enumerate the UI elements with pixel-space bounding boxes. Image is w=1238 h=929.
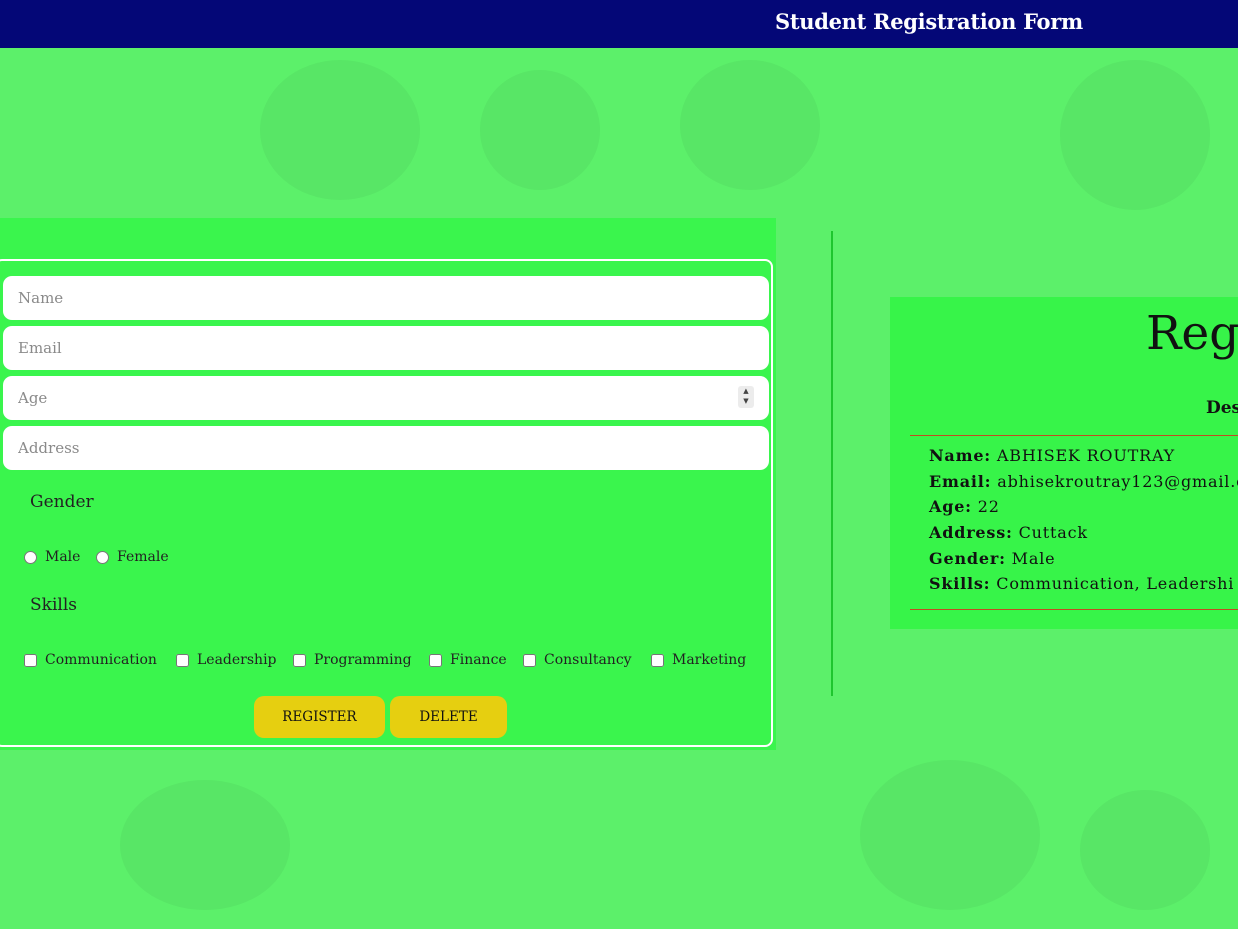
detail-row-gender: Gender: Male [929,549,1055,568]
skill-option-programming[interactable]: Programming [293,652,412,668]
detail-value: Male [1011,549,1056,568]
details-card-title: Regi [1146,306,1238,361]
skill-option-leadership[interactable]: Leadership [176,652,277,668]
detail-value: Cuttack [1018,523,1088,542]
skill-checkbox[interactable] [523,653,536,667]
gender-option-female[interactable]: Female [96,549,169,565]
detail-label: Gender: [929,549,1006,568]
divider-rule-top [910,435,1238,436]
top-header: Student Registration Form [0,0,1238,48]
detail-label: Age: [929,497,972,516]
gender-option-label: Female [117,549,169,565]
skill-option-marketing[interactable]: Marketing [651,652,746,668]
detail-value: Communication, Leadershi [996,574,1235,593]
detail-row-address: Address: Cuttack [929,523,1088,542]
skill-checkbox[interactable] [293,653,306,667]
detail-label: Email: [929,472,992,491]
gender-radio-female[interactable] [96,550,109,564]
vertical-divider [831,231,833,696]
skill-option-label: Marketing [672,652,747,668]
age-input[interactable] [3,376,769,420]
delete-button[interactable]: DELETE [390,696,507,738]
divider-rule-bottom [910,609,1238,610]
skill-checkbox[interactable] [651,653,664,667]
detail-row-email: Email: abhisekroutray123@gmail.c [929,472,1238,491]
register-button[interactable]: REGISTER [254,696,385,738]
detail-label: Address: [929,523,1013,542]
page-title: Student Registration Form [775,9,1083,34]
detail-label: Name: [929,446,992,465]
details-card-subtitle: Des [1206,398,1238,418]
gender-radio-male[interactable] [24,550,37,564]
skill-checkbox[interactable] [429,653,442,667]
gender-label: Gender [30,492,94,512]
gender-option-male[interactable]: Male [24,549,80,565]
skill-option-communication[interactable]: Communication [24,652,157,668]
skill-option-label: Programming [314,652,412,668]
detail-value: ABHISEK ROUTRAY [996,446,1176,465]
skill-option-label: Consultancy [544,652,632,668]
skills-label: Skills [30,595,77,615]
age-stepper[interactable]: ▲ ▼ [738,386,754,408]
email-input[interactable] [3,326,769,370]
detail-row-age: Age: 22 [929,497,1000,516]
detail-value: 22 [977,497,1000,516]
skill-option-label: Communication [45,652,157,668]
address-input[interactable] [3,426,769,470]
skill-option-label: Finance [450,652,507,668]
detail-row-name: Name: ABHISEK ROUTRAY [929,446,1175,465]
detail-label: Skills: [929,574,991,593]
gender-option-label: Male [45,549,81,565]
skill-option-finance[interactable]: Finance [429,652,507,668]
skill-checkbox[interactable] [24,653,37,667]
detail-row-skills: Skills: Communication, Leadershi [929,574,1234,593]
skill-checkbox[interactable] [176,653,189,667]
skill-option-consultancy[interactable]: Consultancy [523,652,632,668]
skill-option-label: Leadership [197,652,277,668]
name-input[interactable] [3,276,769,320]
detail-value: abhisekroutray123@gmail.c [997,472,1238,491]
